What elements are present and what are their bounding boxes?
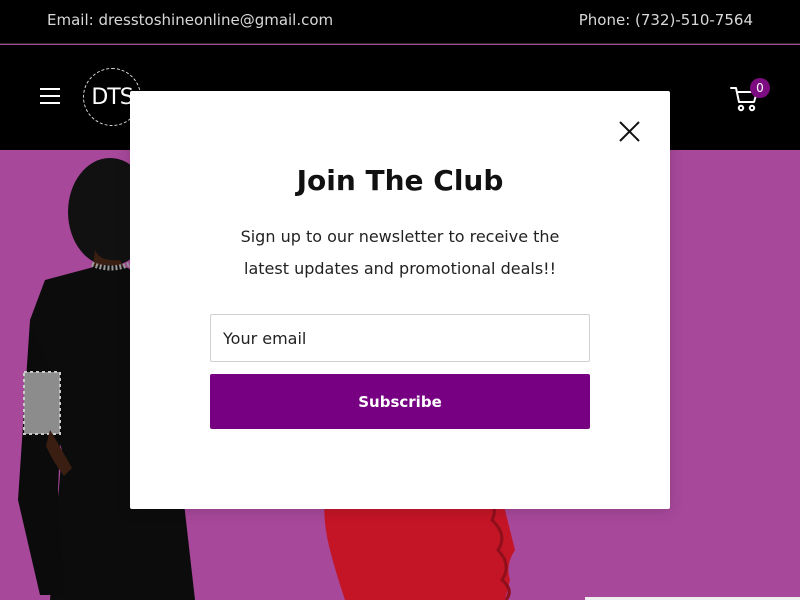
popup-title: Join The Club bbox=[296, 164, 504, 197]
close-icon[interactable] bbox=[617, 119, 642, 144]
popup-overlay: Join The Club Sign up to our newsletter … bbox=[0, 0, 800, 600]
newsletter-popup: Join The Club Sign up to our newsletter … bbox=[130, 91, 670, 509]
subscribe-button[interactable]: Subscribe bbox=[210, 374, 590, 429]
popup-description: Sign up to our newsletter to receive the… bbox=[240, 227, 560, 278]
email-field[interactable] bbox=[210, 314, 590, 362]
